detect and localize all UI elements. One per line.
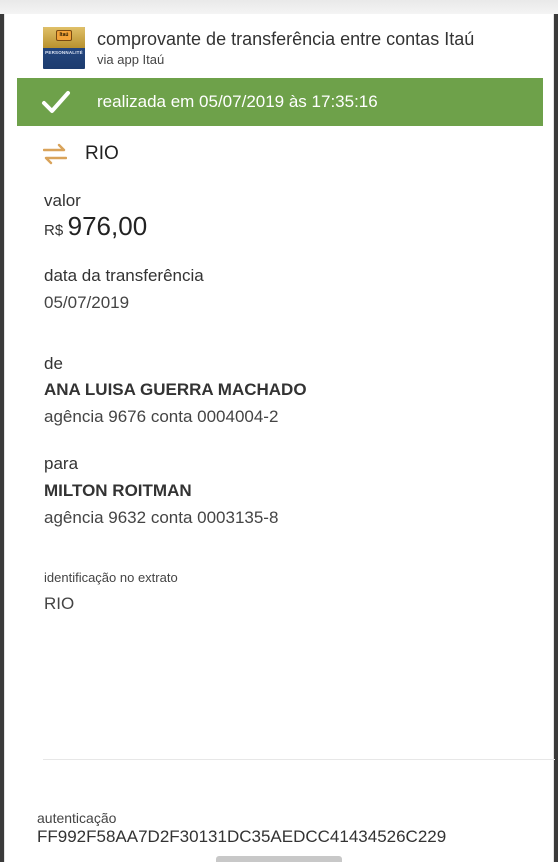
receipt-card: Itaú PERSONNALITÉ comprovante de transfe… (4, 14, 555, 862)
transfer-title: RIO (85, 143, 119, 164)
currency-symbol: R$ (44, 222, 64, 239)
status-text: realizada em 05/07/2019 às 17:35:16 (97, 92, 378, 111)
itau-personnalite-logo: Itaú PERSONNALITÉ (43, 27, 85, 69)
de-name: ANA LUISA GUERRA MACHADO (44, 380, 307, 399)
para-label: para (44, 454, 79, 473)
bottom-handle (216, 856, 342, 862)
data-transferencia-label: data da transferência (44, 266, 204, 285)
window-top-edge (0, 0, 558, 14)
para-account: agência 9632 conta 0003135-8 (44, 508, 279, 527)
de-label: de (44, 354, 63, 373)
check-icon (42, 91, 70, 113)
identificacao-value: RIO (44, 594, 75, 613)
receipt-header: Itaú PERSONNALITÉ comprovante de transfe… (5, 14, 555, 78)
autenticacao-code: FF992F58AA7D2F30131DC35AEDCC41434526C229 (37, 827, 447, 846)
page-title: comprovante de transferência entre conta… (97, 29, 475, 49)
valor-label: valor (44, 191, 81, 210)
logo-text: PERSONNALITÉ (45, 50, 83, 55)
autenticacao-label: autenticação (37, 810, 117, 826)
amount-value: 976,00 (67, 211, 148, 241)
page-subtitle: via app Itaú (97, 52, 165, 67)
transfer-amount: R$ 976,00 (44, 211, 147, 242)
status-banner: realizada em 05/07/2019 às 17:35:16 (17, 78, 543, 126)
logo-mark: Itaú (56, 30, 72, 41)
para-name: MILTON ROITMAN (44, 481, 192, 500)
identificacao-label: identificação no extrato (44, 570, 178, 585)
divider (43, 759, 555, 760)
de-account: agência 9676 conta 0004004-2 (44, 407, 279, 426)
data-transferencia-value: 05/07/2019 (44, 293, 130, 312)
transfer-arrows-icon (43, 143, 67, 165)
